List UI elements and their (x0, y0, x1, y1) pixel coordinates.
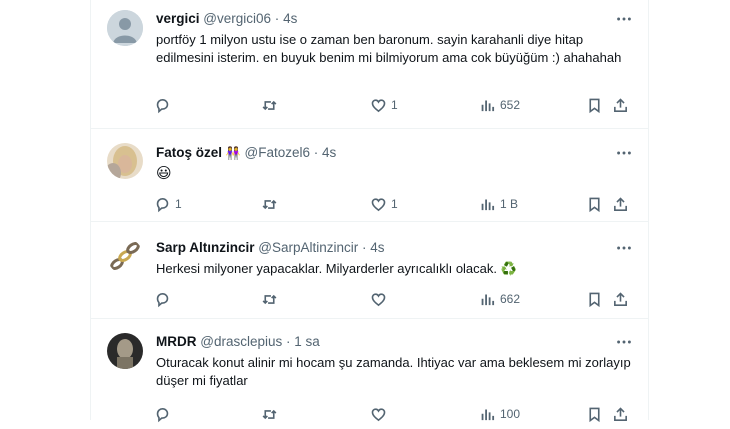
share-button[interactable] (612, 289, 629, 309)
share-button[interactable] (612, 194, 629, 214)
reply-icon (154, 97, 171, 114)
like-button[interactable]: 1 (370, 194, 398, 214)
bookmark-button[interactable] (586, 289, 603, 309)
more-icon (617, 151, 631, 155)
views-button[interactable]: 662 (479, 289, 520, 309)
tweet-time[interactable]: 4s (322, 145, 336, 160)
like-button[interactable]: 1 (370, 95, 398, 115)
tweet-text: Oturacak konut alinir mi hocam şu zamand… (156, 355, 631, 388)
views-button[interactable]: 652 (479, 95, 520, 115)
retweet-button[interactable] (261, 404, 282, 424)
retweet-icon (261, 291, 278, 308)
views-count: 652 (500, 98, 521, 112)
author-name[interactable]: Sarp Altınzincir (156, 240, 255, 255)
author-handle[interactable]: @vergici06 (203, 11, 271, 26)
reply-icon (154, 291, 171, 308)
like-button[interactable] (370, 289, 391, 309)
views-count: 662 (500, 292, 521, 306)
separator-dot: · (313, 145, 319, 160)
tweet-header: vergici @vergici06 · 4s (156, 9, 634, 29)
bookmark-icon (586, 97, 603, 114)
share-icon (612, 196, 629, 213)
tweet-text: Herkesi milyoner yapacaklar. Milyarderle… (156, 261, 517, 276)
tweet[interactable]: MRDR @drasclepius · 1 sa Oturacak konut … (91, 319, 648, 429)
views-button[interactable]: 100 (479, 404, 520, 424)
like-icon (370, 291, 387, 308)
avatar[interactable] (107, 10, 143, 46)
tweet-header: Fatoş özel 👭 @Fatozel6 · 4s (156, 143, 634, 163)
avatar[interactable] (107, 333, 143, 369)
retweet-icon (261, 196, 278, 213)
more-button[interactable] (614, 9, 634, 29)
more-icon (617, 340, 631, 344)
like-count: 1 (391, 98, 398, 112)
views-count: 1 B (500, 197, 519, 211)
reply-button[interactable]: 1 (154, 194, 182, 214)
avatar[interactable] (107, 238, 143, 274)
tweet-text: portföy 1 milyon ustu ise o zaman ben ba… (156, 32, 622, 65)
user-photo (107, 143, 143, 179)
more-icon (617, 17, 631, 21)
share-button[interactable] (612, 95, 629, 115)
reply-count: 1 (175, 197, 182, 211)
tweet-actions: 662 (156, 289, 634, 309)
like-button[interactable] (370, 404, 391, 424)
author-handle[interactable]: @SarpAltinzincir (258, 240, 358, 255)
more-button[interactable] (614, 332, 634, 352)
default-avatar-icon (107, 10, 143, 46)
author-name[interactable]: Fatoş özel (156, 145, 222, 160)
retweet-icon (261, 97, 278, 114)
views-icon (479, 291, 496, 308)
like-count: 1 (391, 197, 398, 211)
tweet-time[interactable]: 4s (283, 11, 297, 26)
bookmark-icon (586, 196, 603, 213)
author-handle[interactable]: @Fatozel6 (245, 145, 310, 160)
badge-emoji: 👭 (225, 146, 241, 160)
reply-button[interactable] (154, 289, 175, 309)
share-button[interactable] (612, 404, 629, 424)
reply-button[interactable] (154, 404, 175, 424)
views-button[interactable]: 1 B (479, 194, 518, 214)
retweet-button[interactable] (261, 194, 282, 214)
tweet-text: 😃 (156, 165, 172, 182)
retweet-button[interactable] (261, 95, 282, 115)
more-button[interactable] (614, 143, 634, 163)
retweet-button[interactable] (261, 289, 282, 309)
tweet-time[interactable]: 1 sa (294, 334, 320, 349)
bookmark-button[interactable] (586, 404, 603, 424)
author-handle[interactable]: @drasclepius (200, 334, 282, 349)
tweet[interactable]: Sarp Altınzincir @SarpAltinzincir · 4s H… (91, 222, 648, 319)
more-icon (617, 246, 631, 250)
tweet-header: MRDR @drasclepius · 1 sa (156, 332, 634, 352)
timeline-column: vergici @vergici06 · 4s portföy 1 milyon… (90, 0, 649, 420)
bookmark-icon (586, 291, 603, 308)
views-count: 100 (500, 407, 521, 421)
author-name[interactable]: vergici (156, 11, 200, 26)
chain-logo-icon (107, 238, 143, 274)
separator-dot: · (286, 334, 291, 349)
tweet-actions: 1 1 1 B (156, 194, 634, 214)
user-photo (107, 333, 143, 369)
reply-button[interactable] (154, 95, 175, 115)
like-icon (370, 196, 387, 213)
author-name[interactable]: MRDR (156, 334, 197, 349)
views-icon (479, 97, 496, 114)
like-icon (370, 97, 387, 114)
avatar[interactable] (107, 143, 143, 179)
share-icon (612, 291, 629, 308)
reply-icon (154, 196, 171, 213)
bookmark-button[interactable] (586, 194, 603, 214)
tweet[interactable]: vergici @vergici06 · 4s portföy 1 milyon… (91, 0, 648, 129)
tweet-time[interactable]: 4s (370, 240, 384, 255)
tweet-header: Sarp Altınzincir @SarpAltinzincir · 4s (156, 238, 634, 258)
more-button[interactable] (614, 238, 634, 258)
separator-dot: · (362, 240, 367, 255)
views-icon (479, 196, 496, 213)
tweet-actions: 100 (156, 404, 634, 424)
bookmark-button[interactable] (586, 95, 603, 115)
tweet[interactable]: Fatoş özel 👭 @Fatozel6 · 4s 😃 1 1 1 B (91, 129, 648, 222)
share-icon (612, 97, 629, 114)
separator-dot: · (274, 11, 280, 26)
tweet-actions: 1 652 (156, 95, 634, 115)
